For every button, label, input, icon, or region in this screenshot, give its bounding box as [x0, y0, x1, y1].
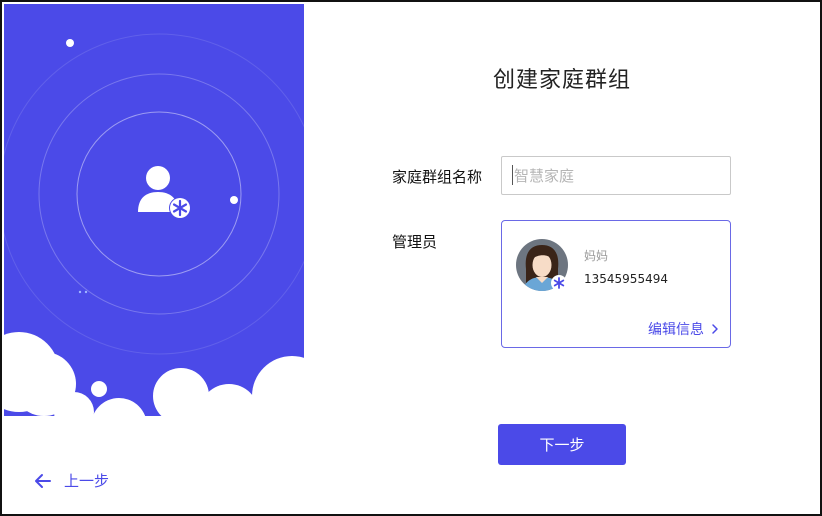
admin-card: 妈妈 13545955494 编辑信息 — [501, 220, 731, 348]
next-button[interactable]: 下一步 — [498, 424, 626, 465]
illustration-panel — [4, 4, 304, 434]
text-caret — [512, 165, 513, 185]
edit-info-label: 编辑信息 — [648, 322, 704, 338]
admin-label: 管理员 — [392, 233, 438, 251]
avatar — [516, 239, 568, 291]
group-add-icon — [138, 166, 191, 219]
app-window: 上一步 创建家庭群组 家庭群组名称 管理员 妈妈 13545955494 — [0, 0, 822, 516]
admin-phone: 13545955494 — [584, 272, 668, 286]
back-label: 上一步 — [64, 472, 110, 490]
group-name-label: 家庭群组名称 — [392, 168, 483, 186]
back-button[interactable]: 上一步 — [34, 470, 109, 491]
edit-info-link[interactable]: 编辑信息 — [648, 319, 720, 339]
admin-name: 妈妈 — [584, 249, 609, 263]
chevron-right-icon — [712, 324, 718, 334]
page-title: 创建家庭群组 — [492, 68, 631, 93]
cloud-decoration — [4, 332, 304, 434]
group-name-input[interactable] — [501, 156, 731, 195]
arrow-left-icon — [35, 473, 51, 488]
